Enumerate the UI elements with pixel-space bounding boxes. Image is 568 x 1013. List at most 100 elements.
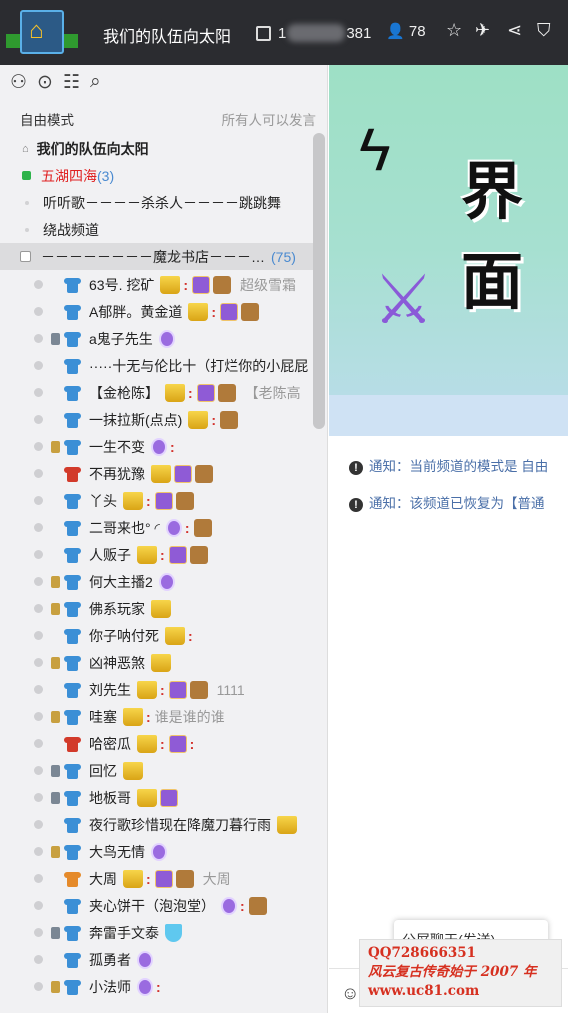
user-row[interactable]: 人贩子: bbox=[0, 541, 313, 568]
shirt-icon bbox=[64, 898, 81, 914]
expand-plus-icon[interactable] bbox=[22, 171, 31, 180]
user-row[interactable]: a鬼子先生 bbox=[0, 325, 313, 352]
device-icon bbox=[51, 440, 60, 453]
user-row[interactable]: 丫头: bbox=[0, 487, 313, 514]
room-id-start: 1 bbox=[278, 24, 287, 42]
mode-row: 自由模式 所有人可以发言 bbox=[20, 109, 316, 129]
hand-icon bbox=[213, 275, 232, 294]
shield-badge-icon bbox=[151, 842, 167, 861]
hand-icon bbox=[189, 680, 208, 699]
channel-item[interactable]: 五湖四海 (3) bbox=[0, 162, 313, 189]
hand-icon bbox=[193, 518, 212, 537]
shield-badge-icon bbox=[137, 950, 153, 969]
shield-badge-icon bbox=[158, 329, 175, 348]
user-row[interactable]: 孤勇者 bbox=[0, 946, 313, 973]
shield-badge-icon bbox=[221, 896, 237, 915]
shirt-icon bbox=[64, 952, 81, 968]
location-icon[interactable]: ⊙ bbox=[37, 71, 53, 94]
crown-icon bbox=[137, 788, 157, 807]
banner-bottom bbox=[329, 395, 568, 436]
user-row[interactable]: 不再犹豫 bbox=[0, 460, 313, 487]
user-row[interactable]: 夜行歌珍惜现在降魔刀暮行雨 bbox=[0, 811, 313, 838]
user-row[interactable]: 二哥来也° ◜: bbox=[0, 514, 313, 541]
channel-item[interactable]: 绕战频道 bbox=[0, 216, 313, 243]
crown-icon bbox=[188, 410, 209, 429]
home-button[interactable]: ⌂ bbox=[6, 10, 78, 56]
hand-icon bbox=[175, 491, 194, 510]
shirt-icon bbox=[64, 628, 81, 644]
device-icon bbox=[51, 764, 60, 777]
channel-item[interactable]: 听听歌－－－－杀杀人－－－－跳跳舞 bbox=[0, 189, 313, 216]
user-row[interactable]: 一抹拉斯(点点): bbox=[0, 406, 313, 433]
bullet-icon bbox=[25, 227, 29, 232]
user-row[interactable]: A郁胖。黄金道: bbox=[0, 298, 313, 325]
shield-badge-icon bbox=[158, 572, 175, 591]
collapse-minus-icon[interactable] bbox=[20, 251, 31, 262]
user-row[interactable]: 大鸟无情 bbox=[0, 838, 313, 865]
user-row[interactable]: 小法师: bbox=[0, 973, 313, 1000]
user-row[interactable]: 何大主播2 bbox=[0, 568, 313, 595]
shirt-icon bbox=[64, 682, 81, 698]
user-row[interactable]: 回忆 bbox=[0, 757, 313, 784]
crown-icon bbox=[123, 491, 143, 510]
share-icon[interactable]: ⋖ bbox=[507, 20, 522, 41]
channel-item[interactable]: ⌂ 我们的队伍向太阳 bbox=[0, 135, 313, 162]
shirt-icon bbox=[64, 817, 81, 833]
lightning-icon: ϟ bbox=[359, 116, 391, 183]
user-row[interactable]: 一生不变: bbox=[0, 433, 313, 460]
crown-icon bbox=[137, 680, 157, 699]
noble-icon bbox=[168, 734, 187, 753]
channel-item-active[interactable]: －－－－－－－－魔龙书店－－－… (75) bbox=[0, 243, 313, 270]
channel-label: 听听歌－－－－杀杀人－－－－跳跳舞 bbox=[43, 194, 281, 211]
search-icon[interactable]: ⌕ bbox=[90, 71, 101, 94]
notice-line: ! 通知：当前频道的模式是 自由 bbox=[349, 455, 548, 475]
user-row[interactable]: ·····十无与伦比十（打烂你的小屁屁 bbox=[0, 352, 313, 379]
room-id-mask bbox=[287, 24, 346, 42]
person-icon[interactable]: ⚇ bbox=[10, 71, 27, 94]
shirt-icon bbox=[64, 520, 81, 536]
user-row[interactable]: 哈密瓜:: bbox=[0, 730, 313, 757]
room-id: 1 381 bbox=[256, 24, 371, 42]
shirt-icon bbox=[64, 547, 81, 563]
device-icon bbox=[51, 980, 60, 993]
user-row[interactable]: 佛系玩家 bbox=[0, 595, 313, 622]
crown-icon bbox=[123, 707, 143, 726]
shield-icon[interactable]: ⛉ bbox=[537, 20, 551, 41]
channel-panel: ⚇ ⊙ ☷ ⌕ 自由模式 所有人可以发言 ⌂ 我们的队伍向太阳 五湖四海 (3)… bbox=[0, 65, 328, 1013]
shirt-icon bbox=[64, 412, 81, 428]
user-row[interactable]: 哇塞: 谁是谁的谁 bbox=[0, 703, 313, 730]
bullet-icon bbox=[25, 200, 29, 205]
star-icon[interactable]: ☆ bbox=[446, 20, 462, 41]
user-row[interactable]: 63号. 挖矿: 超级雪霜 bbox=[0, 271, 313, 298]
channel-count: (75) bbox=[271, 248, 296, 265]
plane-icon[interactable]: ✈ bbox=[475, 20, 490, 41]
user-row[interactable]: 奔雷手文泰 bbox=[0, 919, 313, 946]
crown-icon bbox=[160, 275, 181, 294]
user-row[interactable]: 刘先生:1111 bbox=[0, 676, 313, 703]
user-row[interactable]: 夹心饼干（泡泡堂）: bbox=[0, 892, 313, 919]
crown-icon bbox=[151, 653, 171, 672]
house-icon: ⌂ bbox=[29, 17, 44, 44]
user-row[interactable]: 你子呐付死: bbox=[0, 622, 313, 649]
crown-icon bbox=[123, 869, 143, 888]
hand-icon bbox=[189, 545, 208, 564]
scrollbar[interactable] bbox=[313, 133, 325, 429]
online-count: 78 bbox=[408, 23, 426, 40]
user-row[interactable]: 大周: 大周 bbox=[0, 865, 313, 892]
crown-icon bbox=[137, 545, 157, 564]
emoji-icon[interactable]: ☺ bbox=[341, 983, 359, 1004]
channel-label: 绕战频道 bbox=[43, 221, 99, 238]
shield-badge-icon bbox=[165, 518, 182, 537]
banner: ϟ 界面 ⚔ bbox=[329, 65, 568, 395]
watermark: QQ728666351 风云复古传奇始于 2007 年 www.uc81.com bbox=[359, 939, 562, 1007]
hand-icon bbox=[175, 869, 194, 888]
mode-desc: 所有人可以发言 bbox=[221, 113, 317, 128]
shirt-icon bbox=[64, 277, 81, 293]
channel-label: 五湖四海 bbox=[41, 167, 97, 184]
user-row[interactable]: 凶神恶煞 bbox=[0, 649, 313, 676]
noble-icon bbox=[168, 545, 187, 564]
user-row[interactable]: 地板哥 bbox=[0, 784, 313, 811]
list-icon[interactable]: ☷ bbox=[63, 71, 80, 94]
online-users: 👤 78 bbox=[386, 22, 426, 40]
user-row[interactable]: 【金枪陈】: 【老陈高 bbox=[0, 379, 313, 406]
